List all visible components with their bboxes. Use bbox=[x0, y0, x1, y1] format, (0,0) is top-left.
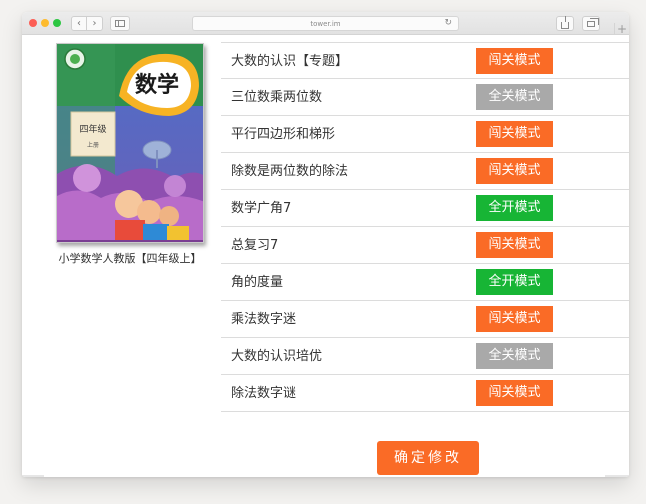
back-button[interactable]: ‹ bbox=[71, 16, 87, 31]
book-cover-image: 数学 四年级 上册 bbox=[56, 43, 204, 243]
confirm-changes-button[interactable]: 确定修改 bbox=[377, 441, 479, 475]
browser-titlebar: ‹ › tower.im ↻ + bbox=[22, 12, 629, 35]
cover-grade: 四年级 bbox=[79, 123, 106, 135]
share-icon bbox=[561, 15, 569, 29]
lesson-row: 大数的认识培优 全关模式 bbox=[221, 338, 629, 375]
mode-button[interactable]: 全开模式 bbox=[476, 269, 553, 295]
book-caption: 小学数学人教版【四年级上】 bbox=[58, 252, 202, 265]
lesson-row: 乘法数字迷 闯关模式 bbox=[221, 301, 629, 338]
page-content: 数学 四年级 上册 小学数学人教版【四年级上】 大数的认识【专题】 闯关模式 三… bbox=[22, 35, 629, 477]
mode-button[interactable]: 闯关模式 bbox=[476, 306, 553, 332]
horizontal-scrollbar-left bbox=[22, 475, 44, 477]
browser-window: ‹ › tower.im ↻ + 数学 四年级 上册 小学数学人教版【四年级上】… bbox=[22, 12, 629, 477]
zoom-window-button[interactable] bbox=[53, 19, 61, 27]
minimize-window-button[interactable] bbox=[41, 19, 49, 27]
mode-button[interactable]: 全开模式 bbox=[476, 195, 553, 221]
sidebar-toggle-button[interactable] bbox=[110, 16, 130, 31]
mode-button[interactable]: 全关模式 bbox=[476, 84, 553, 110]
url-text: tower.im bbox=[310, 19, 341, 28]
lesson-name: 大数的认识培优 bbox=[231, 349, 323, 364]
mode-button[interactable]: 闯关模式 bbox=[476, 48, 553, 74]
share-button[interactable] bbox=[556, 15, 574, 31]
lesson-name: 除法数字谜 bbox=[231, 386, 297, 401]
mode-button[interactable]: 闯关模式 bbox=[476, 380, 553, 406]
lesson-row: 除数是两位数的除法 闯关模式 bbox=[221, 153, 629, 190]
lesson-name: 角的度量 bbox=[231, 275, 284, 290]
cover-title: 数学 bbox=[135, 72, 179, 98]
horizontal-scrollbar-right bbox=[605, 475, 629, 477]
tabs-icon bbox=[587, 17, 599, 27]
lesson-row: 数学广角7 全开模式 bbox=[221, 190, 629, 227]
lesson-name: 总复习7 bbox=[231, 238, 279, 253]
mode-button[interactable]: 闯关模式 bbox=[476, 121, 553, 147]
new-tab-button[interactable]: + bbox=[614, 23, 629, 35]
sidebar-icon bbox=[115, 20, 125, 27]
close-window-button[interactable] bbox=[29, 19, 37, 27]
lesson-row: 平行四边形和梯形 闯关模式 bbox=[221, 116, 629, 153]
cover-volume: 上册 bbox=[87, 141, 99, 149]
chevron-right-icon: › bbox=[92, 18, 97, 29]
lesson-name: 平行四边形和梯形 bbox=[231, 127, 336, 142]
address-bar[interactable]: tower.im ↻ bbox=[192, 16, 459, 31]
lesson-list: 大数的认识【专题】 闯关模式 三位数乘两位数 全关模式 平行四边形和梯形 闯关模… bbox=[221, 42, 629, 412]
forward-button[interactable]: › bbox=[87, 16, 103, 31]
chevron-left-icon: ‹ bbox=[77, 18, 81, 29]
lesson-name: 三位数乘两位数 bbox=[231, 90, 323, 105]
lesson-row: 大数的认识【专题】 闯关模式 bbox=[221, 42, 629, 79]
mode-button[interactable]: 全关模式 bbox=[476, 343, 553, 369]
lesson-row: 角的度量 全开模式 bbox=[221, 264, 629, 301]
lesson-row: 除法数字谜 闯关模式 bbox=[221, 375, 629, 412]
lesson-row: 三位数乘两位数 全关模式 bbox=[221, 79, 629, 116]
lesson-name: 乘法数字迷 bbox=[231, 312, 297, 327]
lesson-name: 除数是两位数的除法 bbox=[231, 164, 349, 179]
lesson-name: 数学广角7 bbox=[231, 201, 292, 216]
lesson-name: 大数的认识【专题】 bbox=[231, 54, 349, 69]
textbook-cover-illustration: 数学 四年级 上册 bbox=[57, 44, 203, 242]
tabs-overview-button[interactable] bbox=[582, 16, 600, 31]
mode-button[interactable]: 闯关模式 bbox=[476, 158, 553, 184]
reload-icon[interactable]: ↻ bbox=[444, 18, 452, 28]
lesson-row: 总复习7 闯关模式 bbox=[221, 227, 629, 264]
mode-button[interactable]: 闯关模式 bbox=[476, 232, 553, 258]
